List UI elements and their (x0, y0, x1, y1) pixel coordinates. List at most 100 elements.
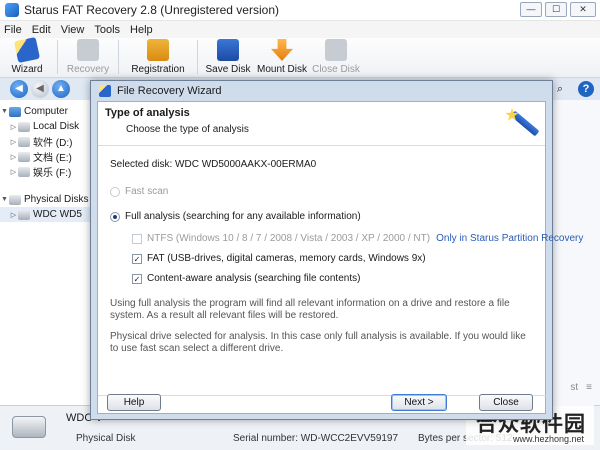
tree-item-drive-f[interactable]: ▷ 娱乐 (F:) (0, 164, 94, 179)
save-disk-label: Save Disk (205, 64, 251, 75)
dialog-header: Type of analysis Choose the type of anal… (98, 102, 545, 146)
wand-icon (13, 36, 41, 64)
tree-label: 文档 (E:) (33, 153, 72, 164)
window-controls: — ☐ ✕ (520, 2, 596, 17)
wizard-button[interactable]: Wizard (0, 36, 54, 77)
physical-drive-note: Physical drive selected for analysis. In… (110, 331, 526, 354)
registration-button[interactable]: Registration (122, 37, 194, 77)
tree-item-drive-d[interactable]: ▷ 软件 (D:) (0, 134, 94, 149)
fat-option[interactable]: ✓ FAT (USB-drives, digital cameras, memo… (132, 253, 426, 264)
menu-tools[interactable]: Tools (94, 24, 120, 36)
hard-disk-icon (18, 209, 30, 220)
disk-type: Physical Disk (76, 433, 136, 444)
mount-disk-label: Mount Disk (256, 64, 307, 75)
close-disk-button[interactable]: Close Disk (309, 37, 363, 77)
floppy-icon (217, 39, 239, 61)
drive-icon (18, 151, 30, 162)
toolbar-separator (118, 40, 119, 74)
forward-button[interactable]: ◀ (31, 80, 49, 98)
tree-label: Physical Disks (24, 194, 89, 205)
window-title: Starus FAT Recovery 2.8 (Unregistered ve… (24, 3, 279, 17)
file-recovery-wizard-dialog: File Recovery Wizard Type of analysis Ch… (90, 80, 583, 420)
drive-icon (18, 121, 30, 132)
tree-label: WDC WD5 (33, 209, 82, 220)
maximize-button[interactable]: ☐ (545, 2, 567, 17)
tree-item-physical-disks[interactable]: ▼ Physical Disks (0, 192, 94, 207)
expand-icon[interactable]: ▷ (9, 153, 18, 161)
full-analysis-option[interactable]: Full analysis (searching for any availab… (110, 211, 361, 222)
ntfs-label: NTFS (Windows 10 / 8 / 7 / 2008 / Vista … (147, 233, 431, 244)
download-arrow-icon (271, 39, 293, 61)
collapse-icon[interactable]: ▼ (0, 196, 9, 203)
watermark-url: www.hezhong.net (512, 434, 584, 444)
wizard-label: Wizard (11, 64, 43, 75)
fat-label: FAT (USB-drives, digital cameras, memory… (147, 253, 426, 264)
menu-help[interactable]: Help (130, 24, 153, 36)
view-label: st (570, 382, 579, 393)
magic-wand-icon (503, 106, 540, 140)
tree-label: Local Disk (33, 121, 80, 132)
close-disk-icon (325, 39, 347, 61)
tree-label: 娱乐 (F:) (33, 168, 72, 179)
nav-right-tools: ⌕ ? (552, 81, 594, 97)
fast-scan-option[interactable]: Fast scan (110, 186, 168, 197)
search-icon[interactable]: ⌕ (552, 81, 568, 97)
drive-icon (18, 166, 30, 177)
tree-item-local-disk[interactable]: ▷ Local Disk (0, 119, 94, 134)
list-view-icon[interactable]: ≡ (586, 382, 592, 393)
menu-file[interactable]: File (4, 24, 22, 36)
fat-checkbox[interactable]: ✓ (132, 253, 142, 264)
toolbar: Wizard Recovery Registration Save Disk M… (0, 36, 600, 78)
up-button[interactable]: ▲ (52, 80, 70, 98)
next-button[interactable]: Next > (391, 394, 447, 411)
tree-item-computer[interactable]: ▼ Computer (0, 104, 94, 119)
expand-icon[interactable]: ▷ (9, 211, 18, 219)
dialog-body: Type of analysis Choose the type of anal… (97, 101, 583, 414)
menu-edit[interactable]: Edit (32, 24, 51, 36)
computer-icon (9, 106, 21, 117)
expand-icon[interactable]: ▷ (9, 168, 18, 176)
minimize-button[interactable]: — (520, 2, 542, 17)
tree-label: 软件 (D:) (33, 138, 73, 149)
close-window-button[interactable]: ✕ (570, 2, 596, 17)
dialog-title: File Recovery Wizard (117, 85, 222, 97)
expand-icon[interactable]: ▷ (9, 123, 18, 131)
close-disk-label: Close Disk (312, 64, 360, 75)
menu-view[interactable]: View (61, 24, 85, 36)
help-button[interactable]: Help (107, 394, 161, 411)
ntfs-option[interactable]: NTFS (Windows 10 / 8 / 7 / 2008 / Vista … (132, 233, 583, 244)
toolbar-separator (57, 40, 58, 74)
content-aware-checkbox[interactable]: ✓ (132, 273, 142, 284)
recovery-label: Recovery (66, 64, 110, 75)
collapse-icon[interactable]: ▼ (0, 108, 9, 115)
expand-icon[interactable]: ▷ (9, 138, 18, 146)
disks-icon (9, 194, 21, 205)
device-tree: ▼ Computer ▷ Local Disk ▷ 软件 (D:) ▷ 文档 (… (0, 100, 95, 405)
menu-bar: File Edit View Tools Help (0, 21, 600, 38)
close-dialog-button[interactable]: Close (479, 394, 533, 411)
recovery-button[interactable]: Recovery (61, 37, 115, 77)
content-aware-option[interactable]: ✓ Content-aware analysis (searching file… (132, 273, 360, 284)
save-disk-button[interactable]: Save Disk (201, 37, 255, 77)
help-icon[interactable]: ? (578, 81, 594, 97)
full-analysis-radio[interactable] (110, 211, 120, 222)
drive-icon (18, 136, 30, 147)
fast-scan-radio[interactable] (110, 186, 120, 197)
hard-disk-icon (12, 416, 46, 438)
ntfs-checkbox[interactable] (132, 233, 142, 244)
full-analysis-label: Full analysis (searching for any availab… (125, 211, 361, 222)
tree-label: Computer (24, 106, 68, 117)
tree-item-wdc-disk[interactable]: ▷ WDC WD5 (0, 207, 94, 222)
content-view-controls: st ≡ (570, 382, 592, 393)
tree-item-drive-e[interactable]: ▷ 文档 (E:) (0, 149, 94, 164)
partition-recovery-link[interactable]: Only in Starus Partition Recovery (436, 233, 583, 244)
mount-disk-button[interactable]: Mount Disk (255, 37, 309, 77)
dialog-subheading: Choose the type of analysis (126, 124, 249, 135)
recovery-icon (77, 39, 99, 61)
disk-serial: Serial number: WD-WCC2EVV59197 (233, 433, 399, 444)
toolbar-separator (197, 40, 198, 74)
window-titlebar: Starus FAT Recovery 2.8 (Unregistered ve… (0, 0, 600, 21)
dialog-titlebar: File Recovery Wizard (91, 81, 552, 101)
back-button[interactable]: ◀ (10, 80, 28, 98)
content-aware-label: Content-aware analysis (searching file c… (147, 273, 361, 284)
